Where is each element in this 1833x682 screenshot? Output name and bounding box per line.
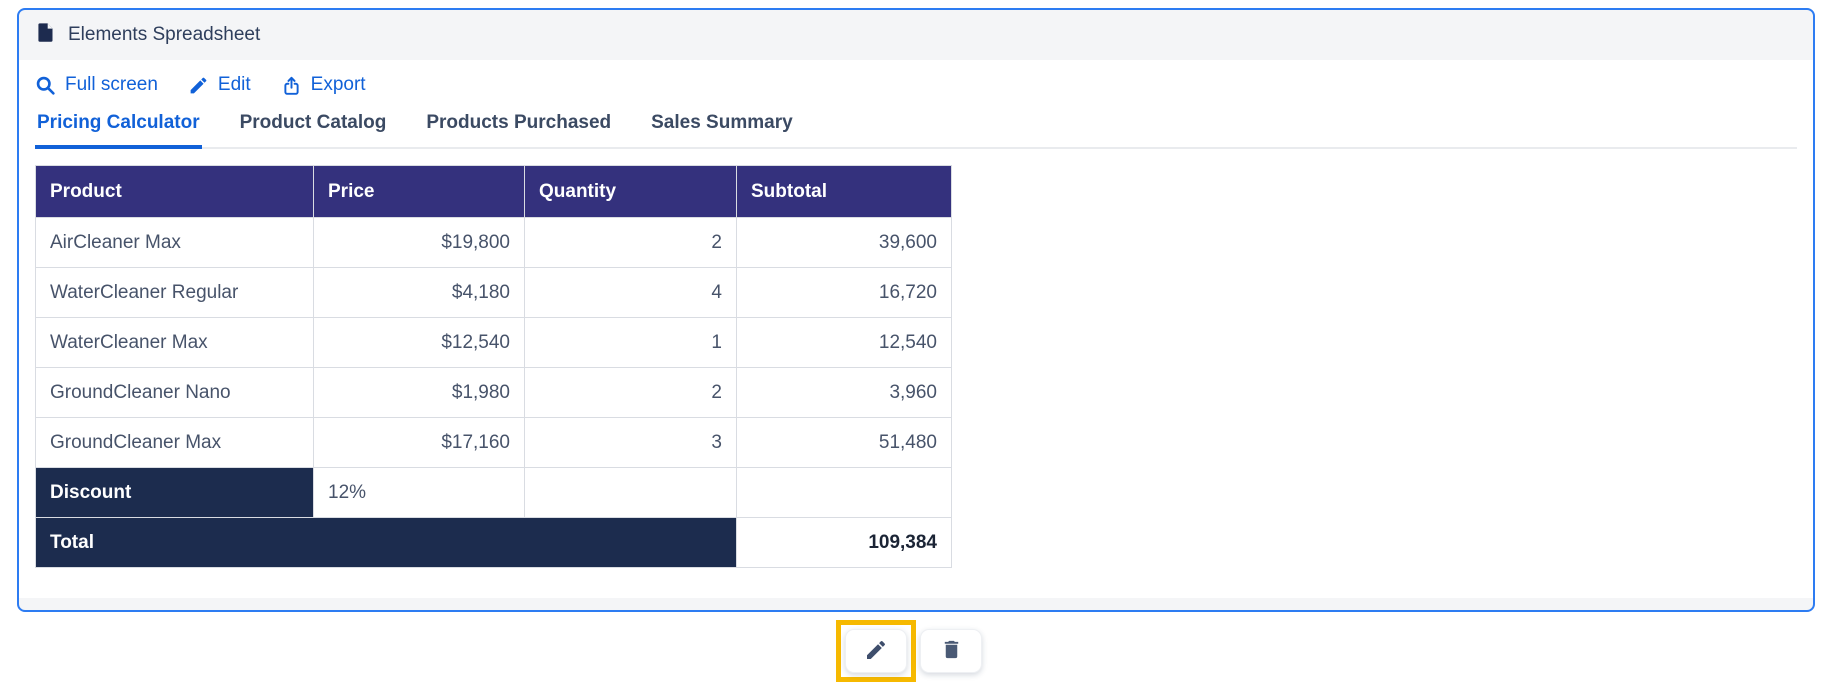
table-row: WaterCleaner Max $12,540 1 12,540	[36, 318, 952, 368]
empty-cell	[525, 468, 737, 518]
tab-label: Product Catalog	[240, 112, 387, 133]
full-screen-button[interactable]: Full screen	[35, 74, 158, 96]
tab-label: Pricing Calculator	[37, 112, 200, 133]
tab-product-catalog[interactable]: Product Catalog	[238, 110, 389, 147]
cell-subtotal: 39,600	[737, 218, 952, 268]
tab-products-purchased[interactable]: Products Purchased	[424, 110, 613, 147]
cell-price: $4,180	[314, 268, 525, 318]
total-row: Total 109,384	[36, 518, 952, 568]
full-screen-label: Full screen	[65, 74, 158, 96]
cell-subtotal: 51,480	[737, 418, 952, 468]
export-label: Export	[311, 74, 366, 96]
toolbar: Full screen Edit	[35, 60, 1797, 100]
total-value-cell: 109,384	[737, 518, 952, 568]
empty-cell	[737, 468, 952, 518]
cell-price: $1,980	[314, 368, 525, 418]
cell-subtotal: 3,960	[737, 368, 952, 418]
pricing-table: Product Price Quantity Subtotal AirClean…	[35, 165, 952, 568]
macro-action-bar	[836, 620, 982, 682]
edit-button[interactable]: Edit	[188, 74, 251, 96]
cell-product: WaterCleaner Regular	[36, 268, 314, 318]
cell-subtotal: 12,540	[737, 318, 952, 368]
delete-action-button[interactable]	[920, 629, 982, 673]
cell-quantity: 2	[525, 368, 737, 418]
spreadsheet-panel: Elements Spreadsheet Full screen	[17, 8, 1815, 612]
cell-price: $17,160	[314, 418, 525, 468]
cell-product: GroundCleaner Max	[36, 418, 314, 468]
tab-label: Products Purchased	[426, 112, 611, 133]
tab-bar: Pricing Calculator Product Catalog Produ…	[35, 110, 1797, 149]
cell-quantity: 1	[525, 318, 737, 368]
cell-subtotal: 16,720	[737, 268, 952, 318]
column-header-quantity: Quantity	[525, 166, 737, 218]
export-button[interactable]: Export	[281, 74, 366, 96]
discount-value-cell: 12%	[314, 468, 525, 518]
tab-label: Sales Summary	[651, 112, 793, 133]
cell-product: GroundCleaner Nano	[36, 368, 314, 418]
export-icon	[281, 75, 302, 96]
cell-quantity: 2	[525, 218, 737, 268]
column-header-product: Product	[36, 166, 314, 218]
table-row: AirCleaner Max $19,800 2 39,600	[36, 218, 952, 268]
document-icon	[35, 21, 56, 49]
table-row: WaterCleaner Regular $4,180 4 16,720	[36, 268, 952, 318]
cell-quantity: 3	[525, 418, 737, 468]
panel-content: Full screen Edit	[19, 60, 1813, 598]
table-header-row: Product Price Quantity Subtotal	[36, 166, 952, 218]
table-row: GroundCleaner Nano $1,980 2 3,960	[36, 368, 952, 418]
pencil-icon	[864, 638, 888, 665]
highlight-outline	[836, 620, 916, 682]
page: Elements Spreadsheet Full screen	[0, 0, 1833, 682]
panel-title-bar: Elements Spreadsheet	[19, 10, 1813, 60]
column-header-subtotal: Subtotal	[737, 166, 952, 218]
page-title: Elements Spreadsheet	[68, 24, 260, 46]
cell-price: $12,540	[314, 318, 525, 368]
cell-price: $19,800	[314, 218, 525, 268]
table-row: GroundCleaner Max $17,160 3 51,480	[36, 418, 952, 468]
discount-label-cell: Discount	[36, 468, 314, 518]
cell-product: WaterCleaner Max	[36, 318, 314, 368]
total-label-cell: Total	[36, 518, 737, 568]
cell-quantity: 4	[525, 268, 737, 318]
edit-action-button[interactable]	[845, 629, 907, 673]
tab-pricing-calculator[interactable]: Pricing Calculator	[35, 110, 202, 147]
cell-product: AirCleaner Max	[36, 218, 314, 268]
discount-row: Discount 12%	[36, 468, 952, 518]
trash-icon	[940, 638, 963, 664]
column-header-price: Price	[314, 166, 525, 218]
pencil-icon	[188, 75, 209, 96]
tab-sales-summary[interactable]: Sales Summary	[649, 110, 795, 147]
edit-label: Edit	[218, 74, 251, 96]
search-icon	[35, 75, 56, 96]
